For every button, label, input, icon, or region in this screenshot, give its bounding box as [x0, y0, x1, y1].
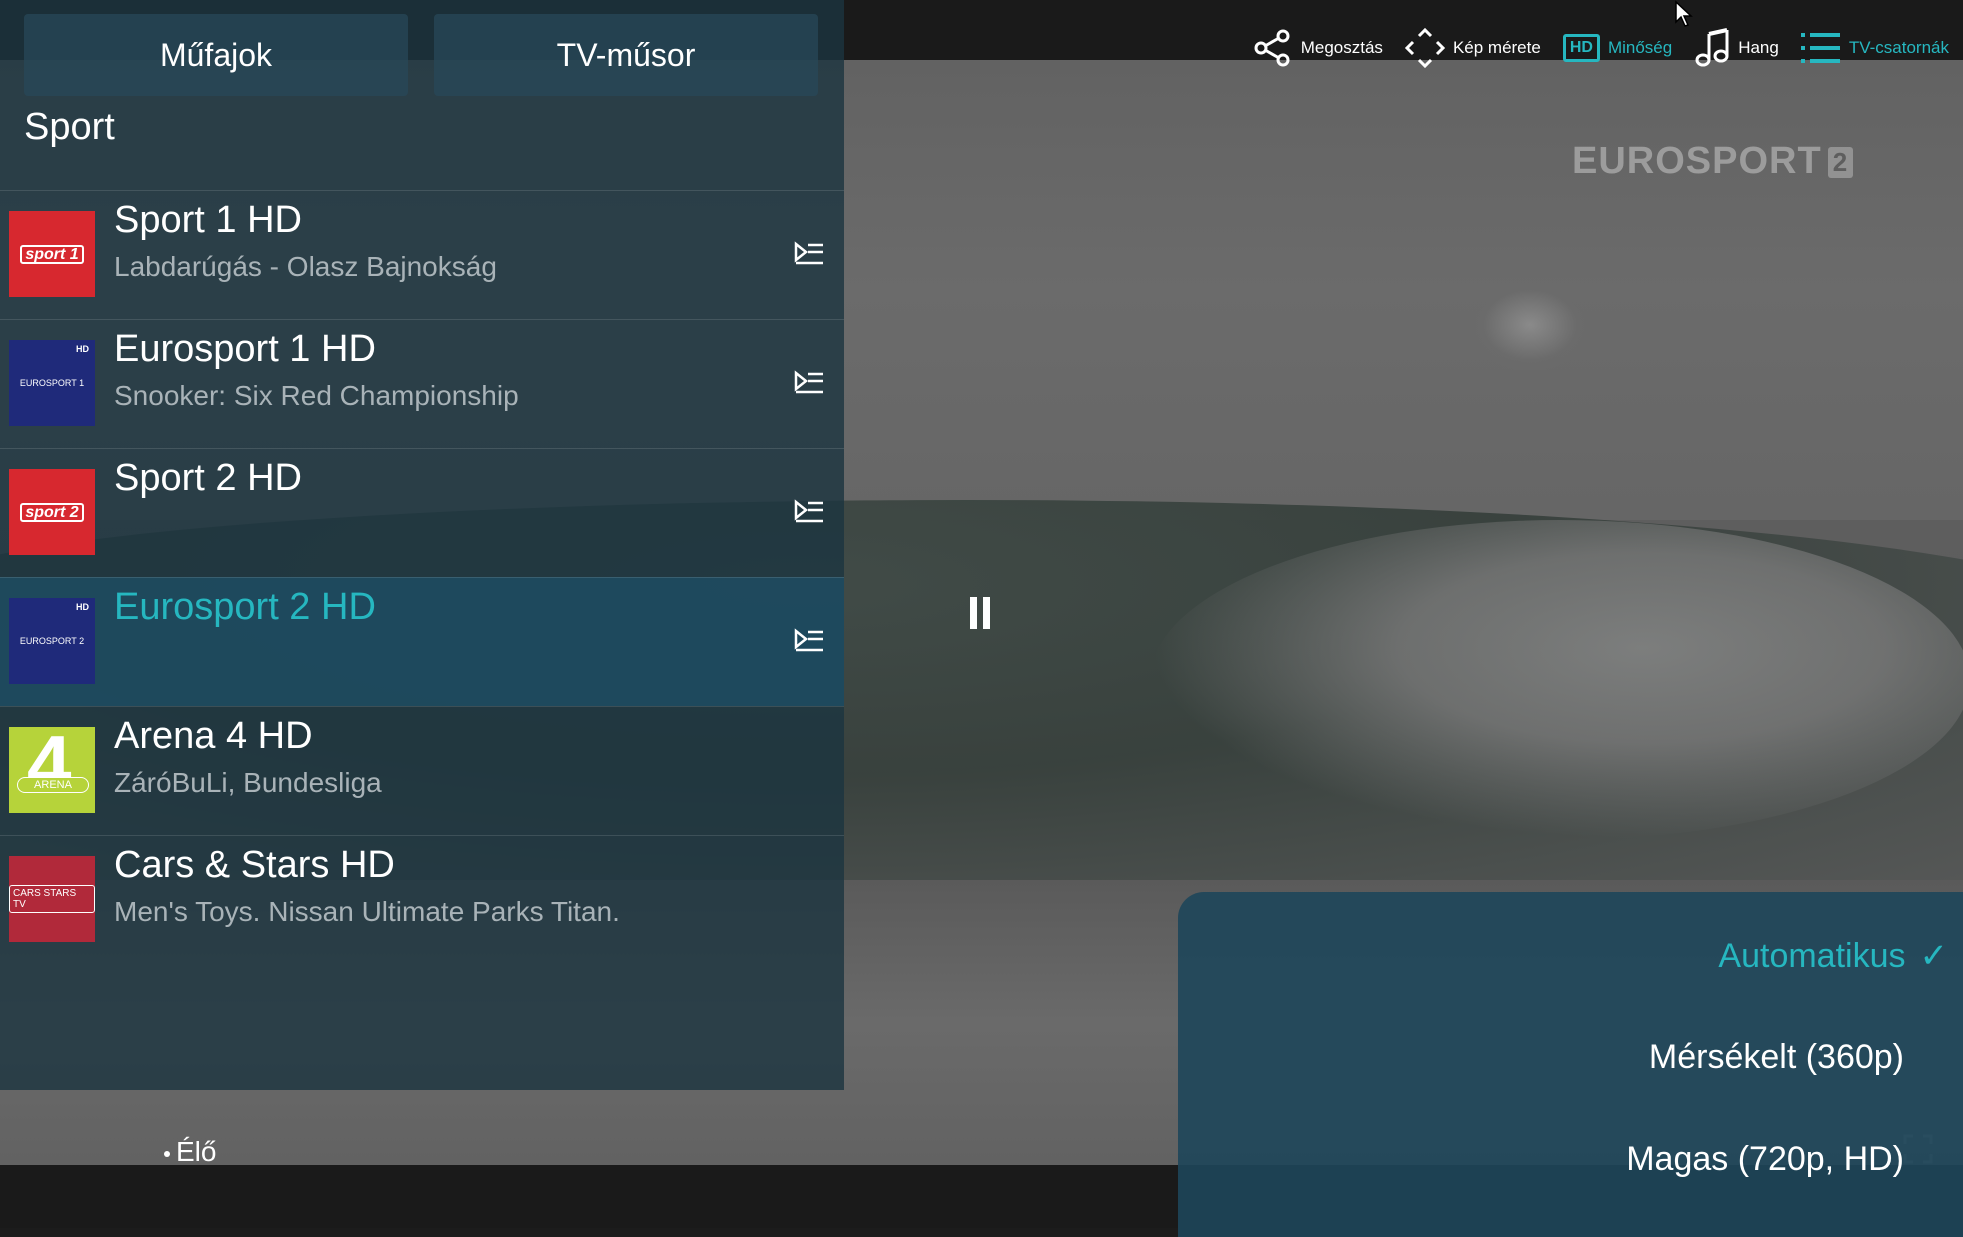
channel-logo: 4 ARENA: [9, 727, 95, 813]
quality-option-720p[interactable]: Magas (720p, HD): [1626, 1140, 1904, 1179]
mouse-cursor-icon: [1675, 0, 1693, 27]
quality-option-auto[interactable]: Automatikus ✓: [1718, 936, 1948, 976]
tv-guide-button[interactable]: TV-műsor: [434, 14, 818, 96]
resize-icon: [1404, 28, 1445, 68]
share-button[interactable]: Megosztás: [1253, 28, 1383, 68]
channel-row[interactable]: CARS STARS TV Cars & Stars HD Men's Toys…: [0, 835, 844, 964]
share-label: Megosztás: [1300, 38, 1383, 57]
aspect-ratio-button[interactable]: Kép mérete: [1404, 28, 1541, 68]
channel-watermark: EUROSPORT 2: [1572, 140, 1854, 183]
logo-text: sport 2: [20, 502, 84, 522]
pause-button[interactable]: [968, 597, 994, 629]
watermark-text: EUROSPORT: [1572, 140, 1822, 182]
channel-program: Labdarúgás - Olasz Bajnokság: [114, 251, 497, 282]
category-title: Sport: [24, 106, 115, 148]
channel-logo: sport 1: [9, 211, 95, 297]
quality-button[interactable]: HD Minőség: [1562, 34, 1673, 62]
program-guide-icon[interactable]: [794, 628, 824, 654]
channel-logo: CARS STARS TV: [9, 856, 95, 942]
channel-row-selected[interactable]: HD EUROSPORT 2 Eurosport 2 HD: [0, 577, 844, 706]
channel-row[interactable]: sport 1 Sport 1 HD Labdarúgás - Olasz Ba…: [0, 190, 844, 319]
quality-option-360p[interactable]: Mérsékelt (360p): [1649, 1038, 1904, 1077]
channel-logo: HD EUROSPORT 2: [9, 598, 95, 684]
channel-list: sport 1 Sport 1 HD Labdarúgás - Olasz Ba…: [0, 190, 844, 964]
quality-option-label: Automatikus: [1718, 937, 1906, 975]
channel-name: Sport 1 HD: [114, 199, 302, 241]
video-foam: [1150, 520, 1963, 840]
program-guide-icon[interactable]: [794, 370, 824, 396]
channel-row[interactable]: sport 2 Sport 2 HD: [0, 448, 844, 577]
channel-logo: HD EUROSPORT 1: [9, 340, 95, 426]
channel-panel: Műfajok TV-műsor Sport sport 1 Sport 1 H…: [0, 0, 844, 1090]
logo-text: sport 1: [20, 244, 84, 264]
share-icon: [1254, 29, 1290, 67]
channel-program: Men's Toys. Nissan Ultimate Parks Titan.: [114, 896, 620, 927]
pause-icon-bar: [983, 597, 990, 629]
channel-name: Arena 4 HD: [114, 715, 313, 757]
live-indicator[interactable]: Élő: [164, 1136, 216, 1168]
video-boat: [1470, 280, 1590, 370]
channel-row[interactable]: HD EUROSPORT 1 Eurosport 1 HD Snooker: S…: [0, 319, 844, 448]
channel-name: Eurosport 2 HD: [114, 586, 376, 628]
hd-icon: HD: [1562, 34, 1600, 62]
logo-hd: HD: [76, 602, 89, 612]
quality-option-label: Magas (720p, HD): [1626, 1140, 1904, 1178]
player-toolbar: Megosztás Kép mérete HD Minőség Hang TV-…: [1253, 28, 1949, 68]
program-guide-icon[interactable]: [794, 241, 824, 267]
aspect-label: Kép mérete: [1452, 38, 1541, 57]
music-note-icon: [1695, 28, 1729, 67]
audio-button[interactable]: Hang: [1694, 28, 1779, 68]
channel-row[interactable]: 4 ARENA Arena 4 HD ZáróBuLi, Bundesliga: [0, 706, 844, 835]
channel-program: ZáróBuLi, Bundesliga: [114, 767, 382, 798]
live-dot-icon: [164, 1150, 170, 1157]
audio-label: Hang: [1738, 38, 1779, 57]
logo-text: EUROSPORT 2: [19, 636, 85, 646]
logo-number: 4: [27, 727, 72, 808]
logo-text: EUROSPORT 1: [19, 378, 85, 388]
quality-label: Minőség: [1607, 38, 1673, 57]
logo-hd: HD: [76, 344, 89, 354]
program-guide-icon[interactable]: [794, 499, 824, 525]
channels-label: TV-csatornák: [1848, 38, 1949, 57]
channel-name: Cars & Stars HD: [114, 844, 395, 886]
quality-option-label: Mérsékelt (360p): [1648, 1038, 1904, 1076]
genres-button[interactable]: Műfajok: [24, 14, 408, 96]
live-label: Élő: [176, 1136, 217, 1167]
channels-button[interactable]: TV-csatornák: [1800, 31, 1949, 65]
quality-menu: Automatikus ✓ Mérsékelt (360p) Magas (720…: [1178, 892, 1963, 1237]
channel-program: Snooker: Six Red Championship: [114, 380, 519, 411]
logo-text: CARS STARS TV: [9, 885, 95, 913]
pause-icon-bar: [970, 597, 977, 629]
watermark-number: 2: [1827, 147, 1854, 179]
channel-logo: sport 2: [9, 469, 95, 555]
logo-text: ARENA: [17, 777, 89, 793]
list-icon: [1800, 33, 1840, 63]
channel-name: Sport 2 HD: [114, 457, 302, 499]
channel-name: Eurosport 1 HD: [114, 328, 376, 370]
checkmark-icon: ✓: [1919, 937, 1949, 975]
